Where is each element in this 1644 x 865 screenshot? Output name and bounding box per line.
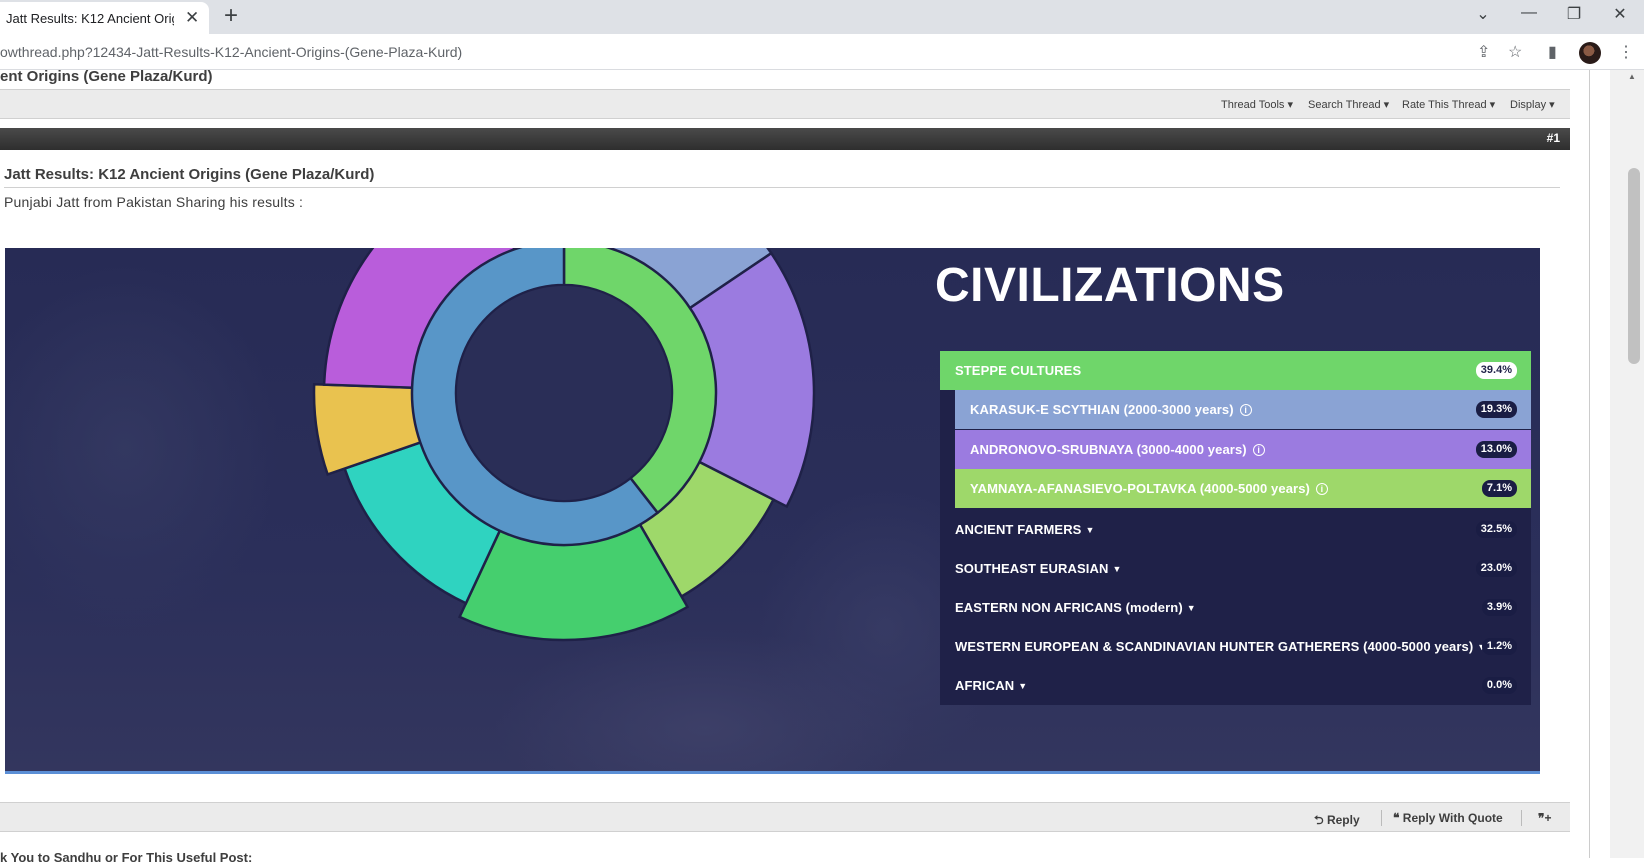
search-thread-menu[interactable]: Search Thread ▾ xyxy=(1308,98,1389,111)
post-text: Punjabi Jatt from Pakistan Sharing his r… xyxy=(4,194,304,210)
share-icon[interactable]: ⇪ xyxy=(1477,42,1490,62)
legend-label: EASTERN NON AFRICANS (modern) xyxy=(955,600,1183,615)
post-actions-bar: ⮌ Reply ❝ Reply With Quote ❞+ xyxy=(0,802,1570,832)
post-header: #1 xyxy=(0,128,1570,150)
active-tab[interactable]: Jatt Results: K12 Ancient Origins ( ✕ xyxy=(0,2,209,34)
tab-close-icon[interactable]: ✕ xyxy=(185,8,199,28)
new-tab-icon[interactable]: + xyxy=(224,2,238,30)
restore-icon[interactable]: ❐ xyxy=(1559,4,1589,24)
star-icon[interactable]: ☆ xyxy=(1508,42,1522,62)
legend-label-wrap: ANDRONOVO-SRUBNAYA (3000-4000 years) i xyxy=(970,442,1265,457)
legend-row-yamnaya[interactable]: YAMNAYA-AFANASIEVO-POLTAVKA (4000-5000 y… xyxy=(955,469,1531,508)
thread-toolbar: Thread Tools ▾ Search Thread ▾ Rate This… xyxy=(0,89,1570,119)
heading-cropped xyxy=(945,238,1225,246)
tab-bar: Jatt Results: K12 Ancient Origins ( ✕ + … xyxy=(0,0,1644,34)
legend-row-andronovo[interactable]: ANDRONOVO-SRUBNAYA (3000-4000 years) i 13… xyxy=(955,430,1531,469)
legend-value: 39.4% xyxy=(1475,362,1517,379)
menu-icon[interactable]: ⋮ xyxy=(1618,42,1634,62)
legend-row-steppe-cultures[interactable]: STEPPE CULTURES 39.4% xyxy=(940,351,1531,390)
donut-hole xyxy=(457,286,671,500)
thread-title: ent Origins (Gene Plaza/Kurd) xyxy=(0,68,213,85)
avatar[interactable] xyxy=(1579,42,1601,64)
info-icon[interactable]: i xyxy=(1315,483,1328,495)
legend-row-african[interactable]: AFRICAN ▼ 0.0% xyxy=(940,666,1531,705)
ancestry-legend: STEPPE CULTURES 39.4% KARASUK-E SCYTHIAN… xyxy=(940,351,1531,705)
divider xyxy=(1381,810,1382,826)
chevron-down-icon[interactable]: ▼ xyxy=(1018,681,1027,691)
legend-label-wrap: YAMNAYA-AFANASIEVO-POLTAVKA (4000-5000 y… xyxy=(970,481,1328,496)
post-title: Jatt Results: K12 Ancient Origins (Gene … xyxy=(4,166,375,183)
legend-row-eastern-non-africans[interactable]: EASTERN NON AFRICANS (modern) ▼ 3.9% xyxy=(940,588,1531,627)
post-number[interactable]: #1 xyxy=(1547,131,1560,145)
legend-row-western-european[interactable]: WESTERN EUROPEAN & SCANDINAVIAN HUNTER G… xyxy=(940,627,1531,666)
legend-label-wrap: AFRICAN ▼ xyxy=(955,678,1027,693)
legend-label: YAMNAYA-AFANASIEVO-POLTAVKA (4000-5000 y… xyxy=(970,481,1310,496)
url-field[interactable]: owthread.php?12434-Jatt-Results-K12-Anci… xyxy=(0,44,462,60)
legend-value: 7.1% xyxy=(1481,480,1517,497)
chevron-down-icon[interactable]: ▼ xyxy=(1112,564,1121,574)
legend-row-southeast-eurasian[interactable]: SOUTHEAST EURASIAN ▼ 23.0% xyxy=(940,549,1531,588)
legend-label: ANCIENT FARMERS xyxy=(955,522,1082,537)
legend-label: KARASUK-E SCYTHIAN (2000-3000 years) xyxy=(970,402,1234,417)
legend-row-ancient-farmers[interactable]: ANCIENT FARMERS ▼ 32.5% xyxy=(940,510,1531,549)
legend-label: SOUTHEAST EURASIAN xyxy=(955,561,1109,576)
civilizations-heading: CIVILIZATIONS xyxy=(935,259,1285,312)
divider xyxy=(4,187,1560,188)
legend-label: WESTERN EUROPEAN & SCANDINAVIAN HUNTER G… xyxy=(955,639,1474,654)
multi-quote-icon[interactable]: ❞+ xyxy=(1538,811,1551,825)
legend-label: AFRICAN xyxy=(955,678,1015,693)
chevron-down-icon[interactable]: ⌄ xyxy=(1468,4,1498,24)
legend-value: 3.9% xyxy=(1481,599,1517,616)
legend-value: 13.0% xyxy=(1475,441,1517,458)
tab-title: Jatt Results: K12 Ancient Origins ( xyxy=(6,11,174,26)
address-bar: owthread.php?12434-Jatt-Results-K12-Anci… xyxy=(0,34,1644,70)
thread-tools-menu[interactable]: Thread Tools ▾ xyxy=(1221,98,1293,111)
legend-label-wrap: WESTERN EUROPEAN & SCANDINAVIAN HUNTER G… xyxy=(955,639,1486,654)
reply-with-quote-button[interactable]: ❝ Reply With Quote xyxy=(1393,811,1503,825)
info-icon[interactable]: i xyxy=(1239,404,1252,416)
chevron-down-icon[interactable]: ▼ xyxy=(1085,525,1094,535)
rate-thread-menu[interactable]: Rate This Thread ▾ xyxy=(1402,98,1495,111)
scrollbar-thumb[interactable] xyxy=(1628,168,1640,364)
minimize-icon[interactable]: — xyxy=(1514,4,1544,22)
legend-label-wrap: SOUTHEAST EURASIAN ▼ xyxy=(955,561,1122,576)
side-panel-icon[interactable]: ▮ xyxy=(1548,42,1557,62)
legend-value: 1.2% xyxy=(1481,638,1517,655)
info-icon[interactable]: i xyxy=(1252,444,1265,456)
chevron-down-icon[interactable]: ▼ xyxy=(1187,603,1196,613)
scroll-up-icon[interactable]: ▲ xyxy=(1628,72,1636,81)
legend-label-wrap: KARASUK-E SCYTHIAN (2000-3000 years) i xyxy=(970,402,1252,417)
legend-value: 19.3% xyxy=(1475,401,1517,418)
legend-value: 32.5% xyxy=(1475,521,1517,538)
legend-value: 0.0% xyxy=(1481,677,1517,694)
divider xyxy=(1521,810,1522,826)
legend-label: ANDRONOVO-SRUBNAYA (3000-4000 years) xyxy=(970,442,1247,457)
legend-label-wrap: EASTERN NON AFRICANS (modern) ▼ xyxy=(955,600,1196,615)
legend-label-wrap: ANCIENT FARMERS ▼ xyxy=(955,522,1094,537)
close-icon[interactable]: ✕ xyxy=(1605,4,1635,24)
legend-value: 23.0% xyxy=(1475,560,1517,577)
reply-button[interactable]: ⮌ Reply xyxy=(1314,811,1360,832)
legend-label: STEPPE CULTURES xyxy=(955,363,1082,378)
display-menu[interactable]: Display ▾ xyxy=(1510,98,1555,111)
legend-row-karasuk[interactable]: KARASUK-E SCYTHIAN (2000-3000 years) i 19… xyxy=(955,390,1531,429)
